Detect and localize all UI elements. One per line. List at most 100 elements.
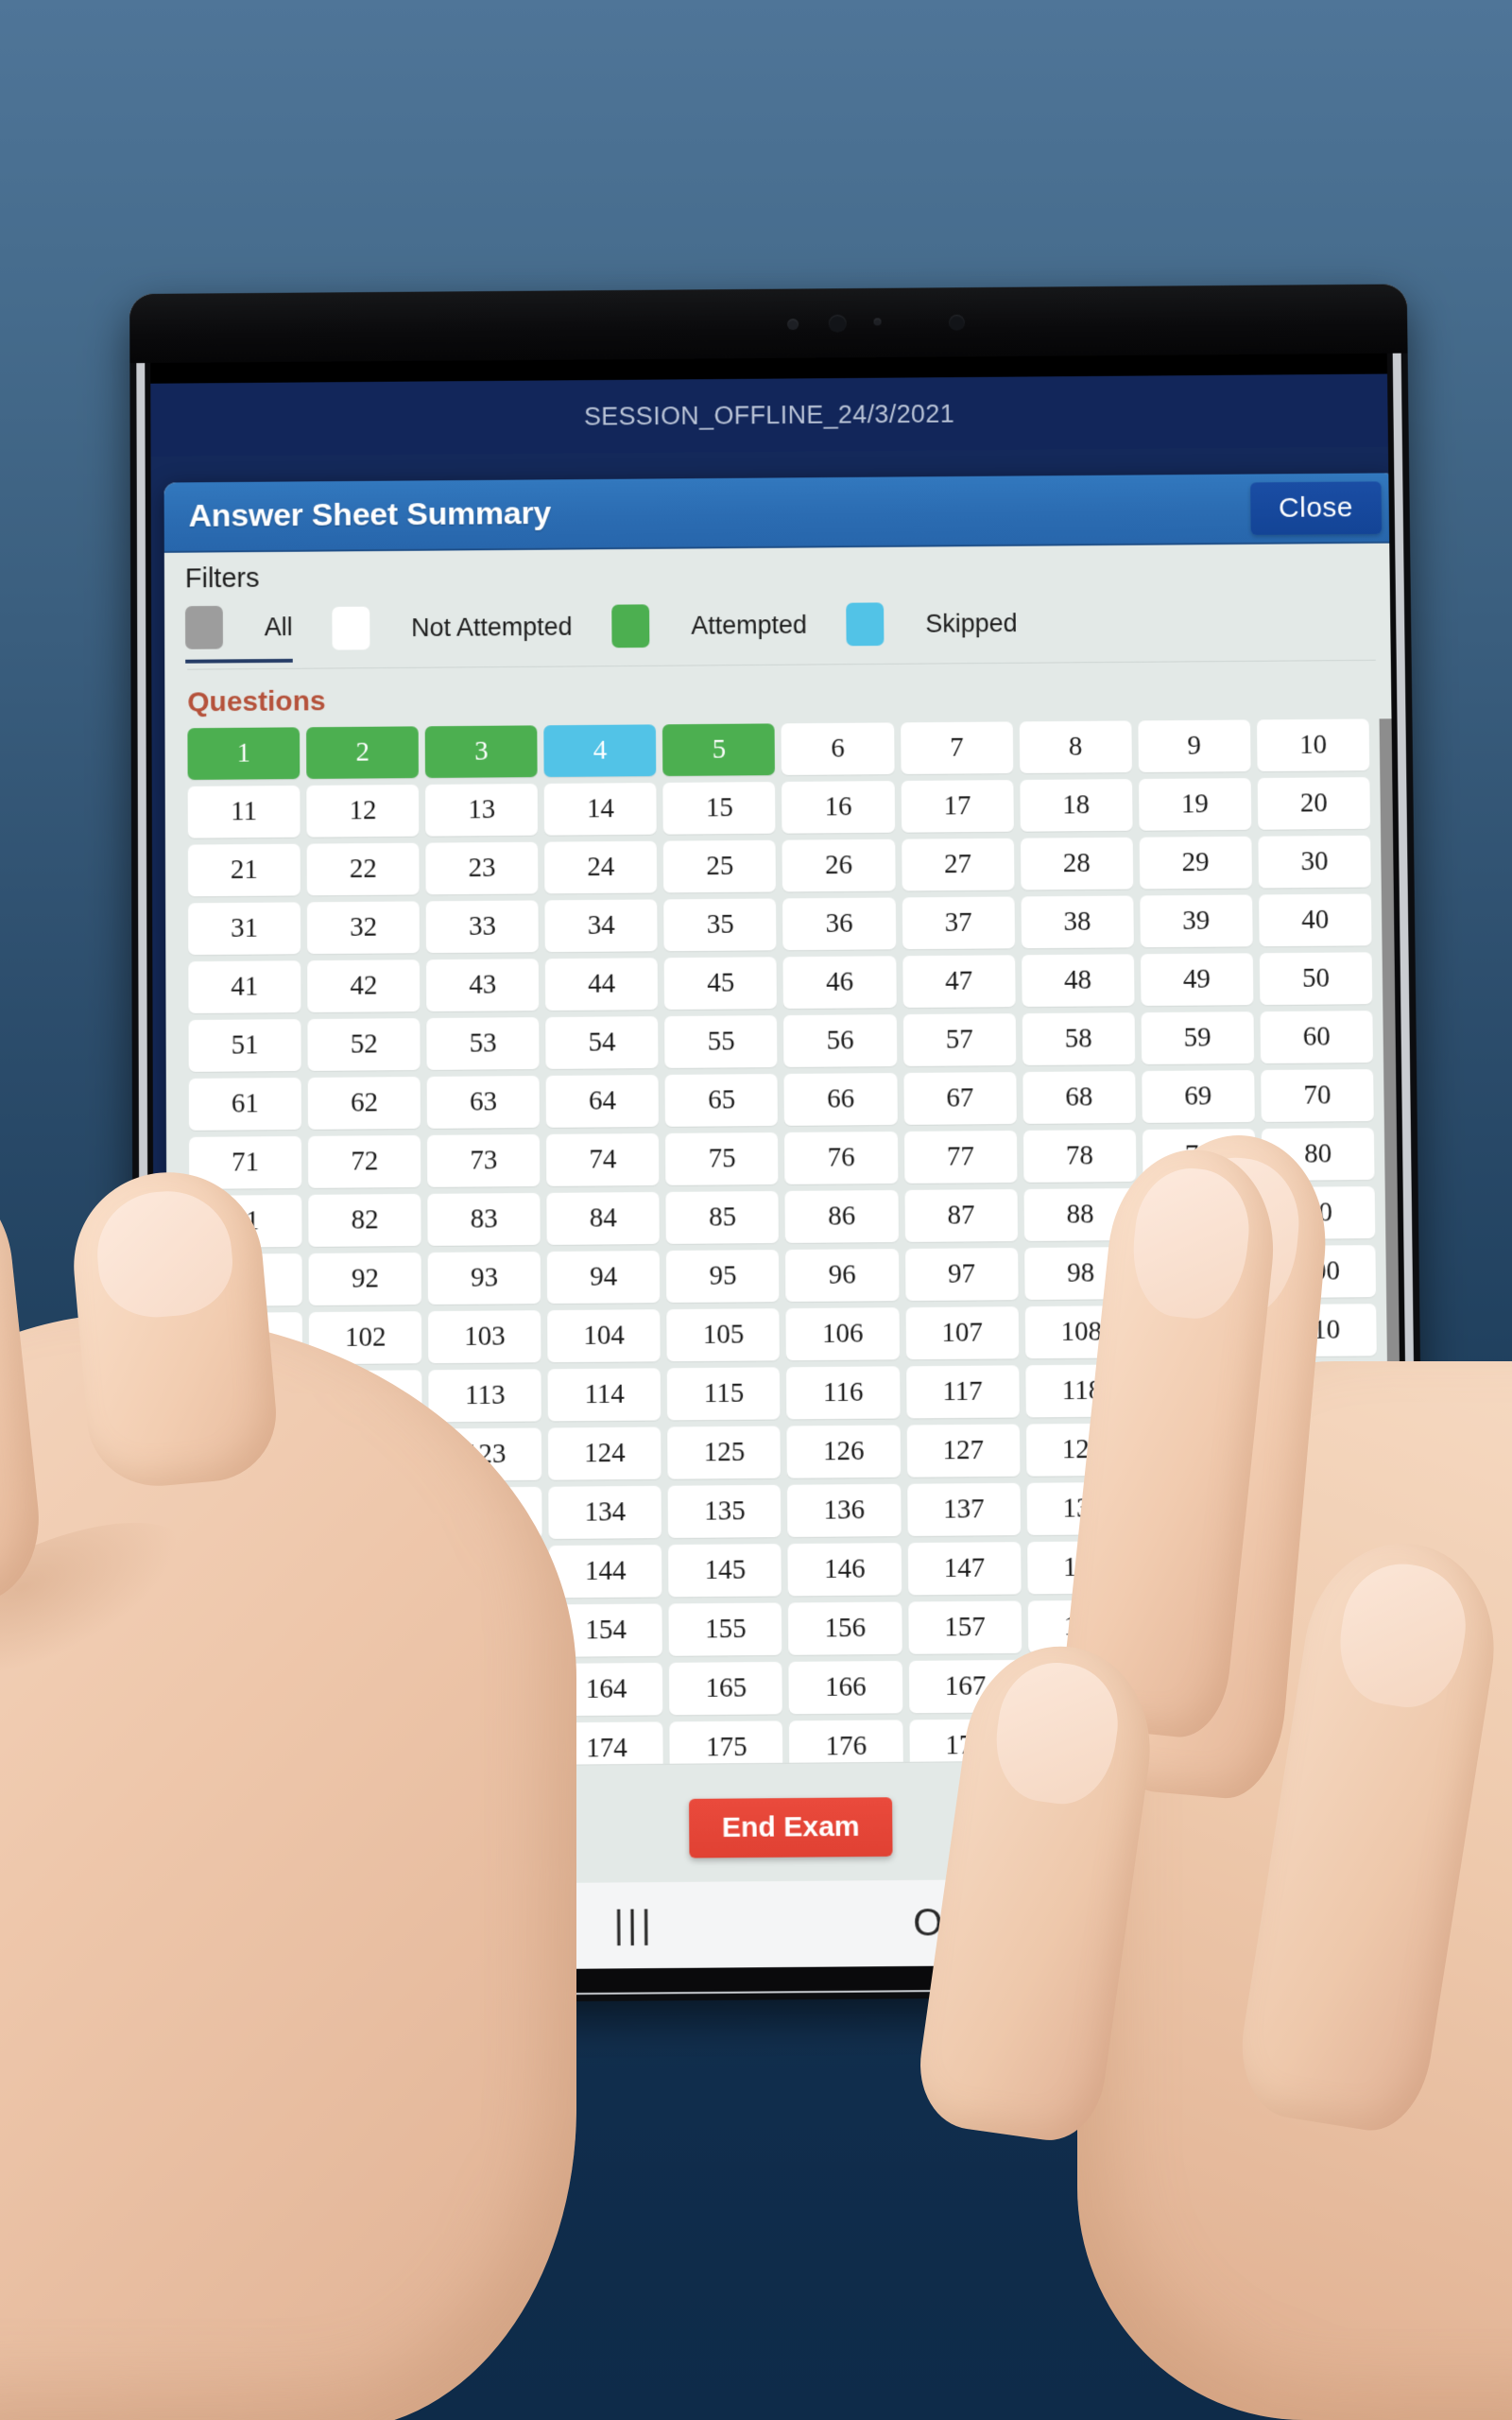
question-cell[interactable]: 82 (308, 1193, 421, 1247)
question-cell[interactable]: 96 (785, 1249, 900, 1303)
question-cell[interactable]: 46 (782, 956, 897, 1010)
question-cell[interactable]: 18 (1020, 779, 1133, 832)
question-cell[interactable]: 3 (424, 725, 538, 778)
question-cell[interactable]: 31 (188, 902, 301, 956)
question-cell[interactable]: 22 (306, 842, 420, 896)
question-cell[interactable]: 161 (190, 1665, 304, 1720)
question-cell[interactable]: 105 (666, 1308, 781, 1362)
question-cell[interactable]: 147 (907, 1542, 1022, 1596)
question-cell[interactable]: 170 (1267, 1656, 1382, 1711)
question-cell[interactable]: 156 (788, 1601, 902, 1655)
question-cell[interactable]: 78 (1022, 1130, 1137, 1183)
question-cell[interactable]: 23 (425, 841, 539, 895)
question-cell[interactable]: 40 (1258, 893, 1372, 947)
question-cell[interactable]: 58 (1022, 1012, 1135, 1065)
question-cell[interactable]: 155 (668, 1602, 782, 1656)
question-cell[interactable]: 17 (901, 780, 1014, 833)
question-cell[interactable]: 70 (1261, 1069, 1374, 1122)
question-cell[interactable]: 134 (548, 1485, 662, 1540)
question-cell[interactable]: 30 (1258, 835, 1371, 889)
question-cell[interactable]: 166 (788, 1660, 902, 1715)
question-cell[interactable]: 90 (1262, 1186, 1376, 1240)
question-cell[interactable]: 41 (188, 960, 301, 1014)
question-cell[interactable]: 28 (1020, 837, 1134, 890)
question-cell[interactable]: 95 (666, 1250, 780, 1304)
question-cell[interactable]: 150 (1265, 1539, 1380, 1593)
close-button[interactable]: Close (1249, 480, 1383, 535)
question-cell[interactable]: 143 (429, 1546, 543, 1599)
question-cell[interactable]: 165 (669, 1661, 783, 1716)
question-cell[interactable]: 65 (664, 1074, 779, 1127)
question-cell[interactable]: 1 (187, 727, 301, 780)
question-cell[interactable]: 53 (426, 1017, 540, 1070)
question-cell[interactable]: 14 (543, 783, 658, 836)
question-cell[interactable]: 115 (667, 1367, 781, 1421)
question-cell[interactable]: 103 (428, 1310, 541, 1364)
question-cell[interactable]: 4 (543, 724, 657, 777)
question-cell[interactable]: 102 (308, 1311, 422, 1365)
question-cell[interactable]: 97 (904, 1248, 1019, 1302)
question-cell[interactable]: 7 (900, 721, 1013, 775)
question-cell[interactable]: 126 (786, 1425, 901, 1478)
question-cell[interactable]: 68 (1022, 1071, 1136, 1124)
question-cell[interactable]: 137 (906, 1482, 1021, 1537)
question-cell[interactable]: 29 (1139, 836, 1252, 890)
question-cell[interactable]: 162 (310, 1664, 424, 1719)
question-cell[interactable]: 39 (1140, 894, 1253, 948)
question-cell[interactable]: 37 (902, 896, 1015, 950)
question-cell[interactable]: 19 (1138, 778, 1252, 831)
question-cell[interactable]: 15 (662, 782, 776, 835)
question-cell[interactable]: 36 (782, 897, 896, 951)
question-cell[interactable]: 59 (1141, 1011, 1254, 1065)
question-cell[interactable]: 104 (547, 1309, 662, 1363)
question-cell[interactable]: 54 (545, 1016, 659, 1069)
question-cell[interactable]: 77 (903, 1130, 1018, 1184)
question-cell[interactable]: 163 (430, 1663, 544, 1718)
question-cell[interactable]: 146 (787, 1543, 902, 1597)
question-cell[interactable]: 123 (428, 1427, 542, 1481)
question-cell[interactable]: 72 (308, 1134, 421, 1188)
question-cell[interactable]: 34 (544, 899, 658, 953)
question-cell[interactable]: 49 (1140, 953, 1254, 1007)
question-cell[interactable]: 42 (307, 959, 421, 1013)
question-cell[interactable]: 142 (310, 1547, 423, 1600)
question-cell[interactable]: 164 (549, 1662, 663, 1717)
question-cell[interactable]: 120 (1263, 1362, 1378, 1416)
question-cell[interactable]: 141 (190, 1547, 304, 1601)
question-cell[interactable]: 157 (907, 1600, 1022, 1654)
recents-icon[interactable]: ||| (592, 1898, 678, 1952)
question-cell[interactable]: 117 (905, 1365, 1020, 1419)
question-cell[interactable]: 24 (544, 840, 658, 894)
question-cell[interactable]: 80 (1261, 1128, 1375, 1181)
question-cell[interactable]: 124 (548, 1426, 662, 1480)
question-cell[interactable]: 33 (425, 900, 540, 954)
question-cell[interactable]: 112 (309, 1370, 422, 1424)
filter-all[interactable]: All (184, 605, 293, 664)
question-cell[interactable]: 153 (429, 1604, 543, 1658)
filter-attempted[interactable]: Attempted (611, 603, 807, 658)
question-cell[interactable]: 92 (308, 1253, 422, 1306)
question-cell[interactable]: 44 (545, 958, 659, 1011)
question-cell[interactable]: 64 (545, 1075, 660, 1128)
question-cell[interactable]: 55 (664, 1015, 778, 1068)
question-cell[interactable]: 66 (783, 1073, 898, 1126)
question-cell[interactable]: 145 (668, 1544, 782, 1598)
question-cell[interactable]: 51 (188, 1019, 301, 1072)
question-cell[interactable]: 69 (1142, 1070, 1255, 1123)
question-cell[interactable]: 86 (784, 1189, 899, 1243)
question-cell[interactable]: 75 (665, 1132, 779, 1185)
question-cell[interactable]: 136 (787, 1483, 902, 1538)
question-cell[interactable]: 127 (906, 1424, 1021, 1478)
question-cell[interactable]: 5 (662, 723, 776, 777)
question-cell[interactable]: 62 (307, 1076, 421, 1130)
question-cell[interactable]: 114 (547, 1368, 662, 1422)
filter-not-attempted[interactable]: Not Attempted (332, 605, 573, 661)
back-icon[interactable]: ‹ (1178, 1893, 1264, 1947)
question-cell[interactable]: 20 (1257, 777, 1370, 830)
question-cell[interactable]: 132 (309, 1487, 423, 1542)
question-cell[interactable]: 73 (427, 1133, 541, 1187)
question-cell[interactable]: 84 (546, 1191, 661, 1245)
question-cell[interactable]: 12 (306, 784, 420, 838)
question-cell[interactable]: 130 (1264, 1421, 1379, 1475)
end-exam-button[interactable]: End Exam (689, 1797, 893, 1858)
